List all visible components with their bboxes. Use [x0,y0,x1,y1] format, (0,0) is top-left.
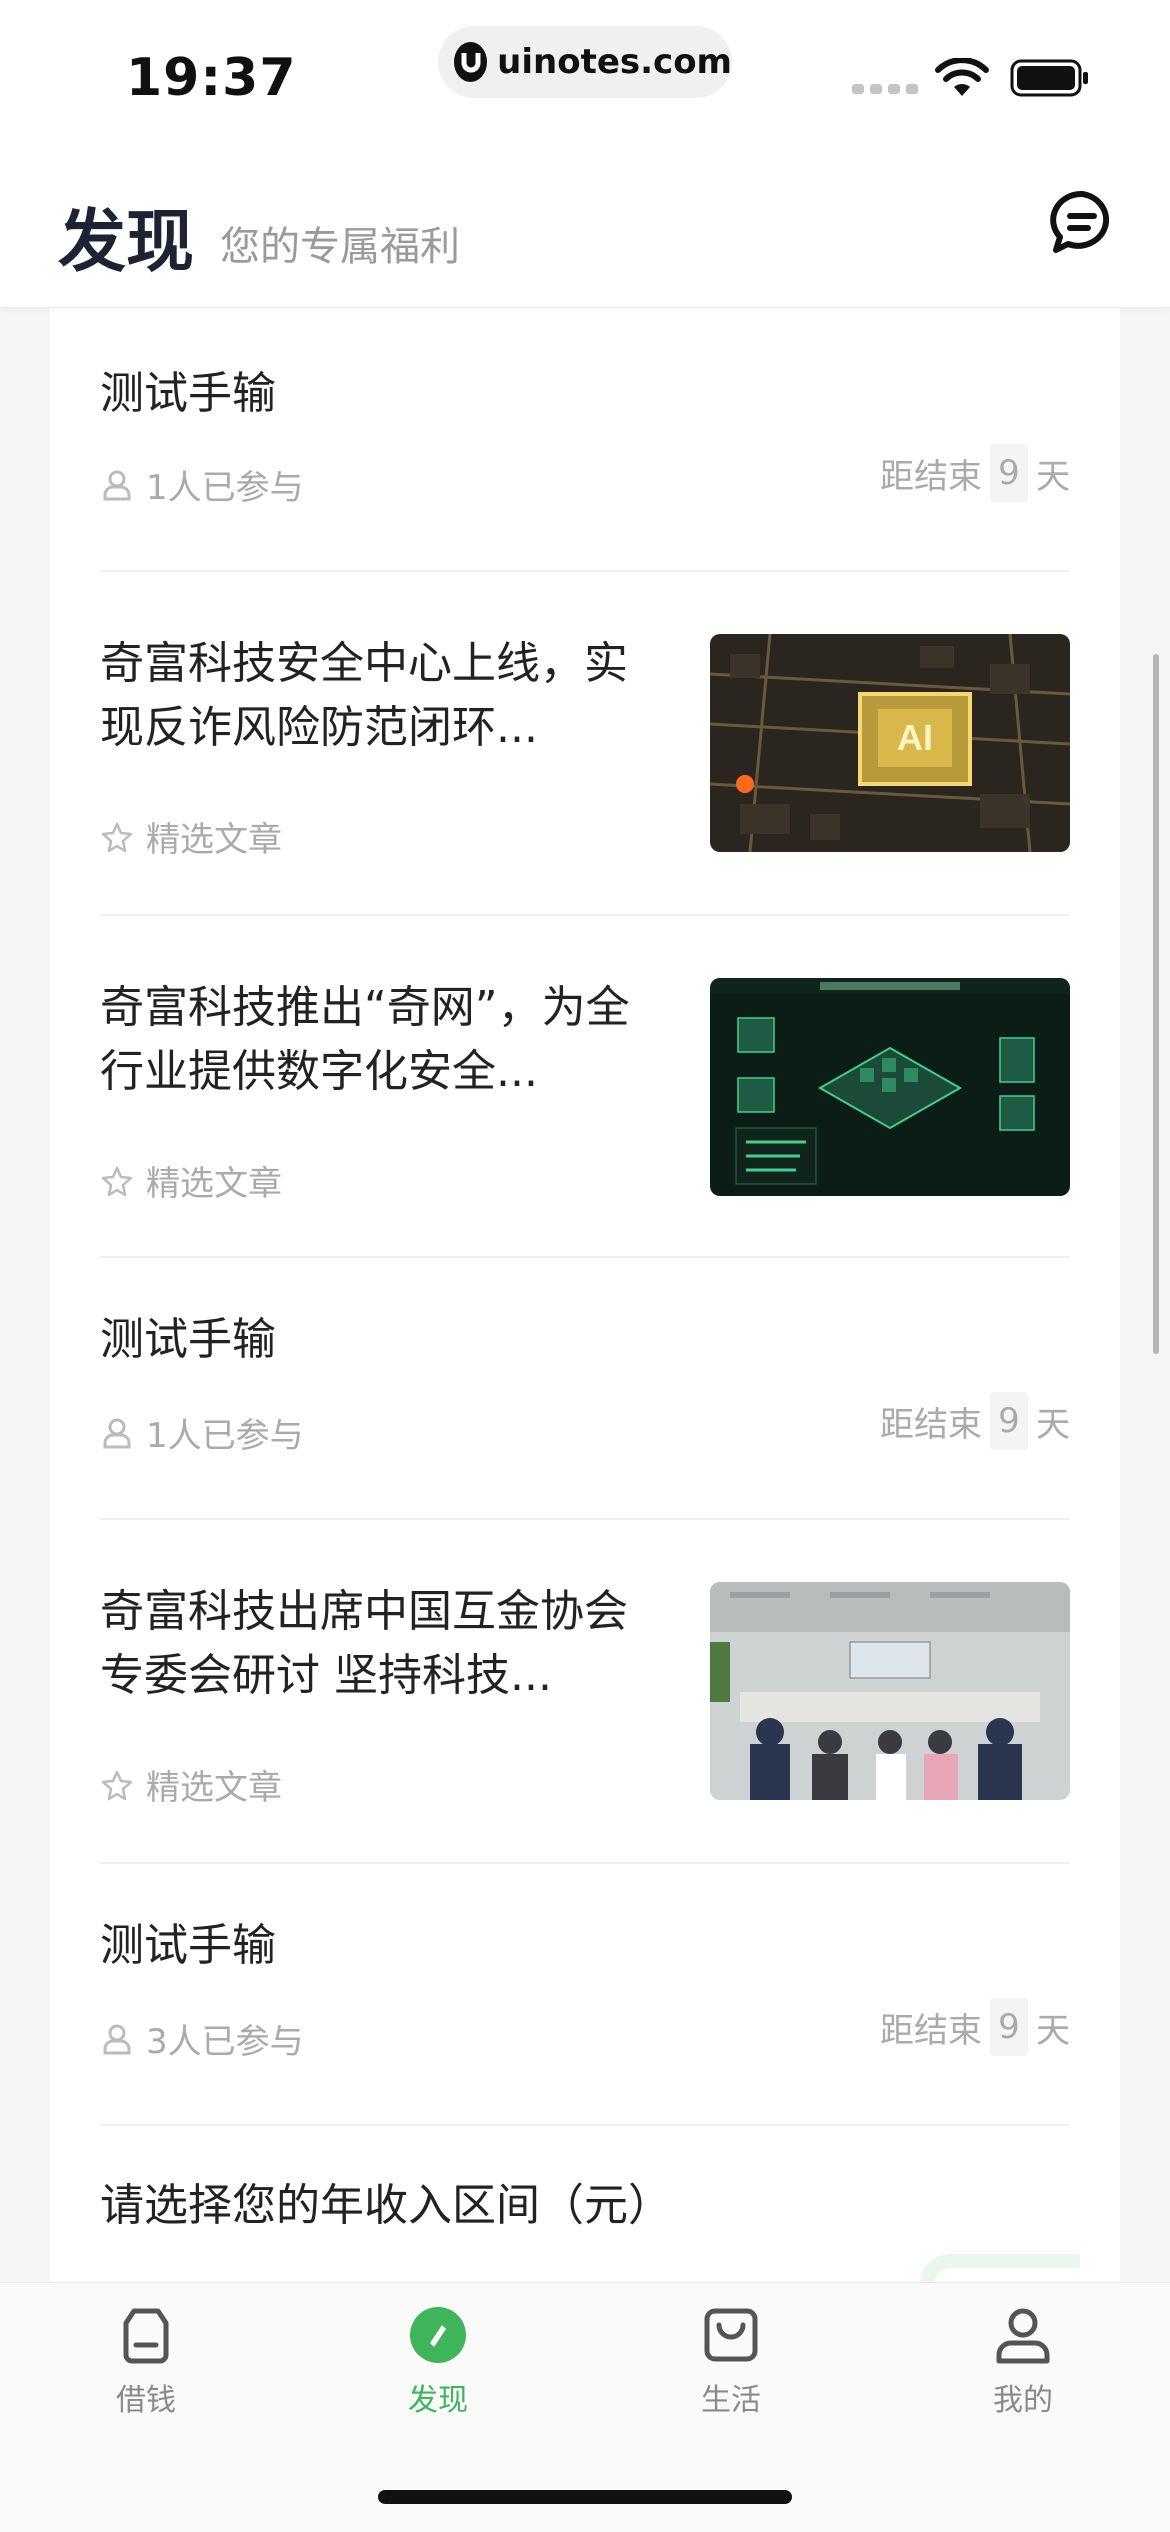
network-diagram-image [710,978,1070,1196]
url-text: uinotes.com [497,42,732,82]
url-pill[interactable]: uinotes.com [438,26,732,98]
star-icon [101,1166,133,1196]
survey-title: 测试手输 [100,1920,276,1971]
deadline-prefix: 距结束 [880,1404,982,1445]
article-item[interactable]: 奇富科技安全中心上线，实现反诈风险防范闭环... 精选文章 AI [100,572,1070,916]
tab-mine[interactable]: 我的 [938,2303,1108,2419]
tab-label: 借钱 [116,2383,176,2418]
page-subtitle: 您的专属福利 [220,224,460,270]
participants-meta: 1人已参与 [100,1408,304,1457]
ai-chip-image: AI [710,634,1070,852]
deadline: 距结束 9 天 [880,1392,1070,1450]
deadline: 距结束 9 天 [880,444,1070,502]
article-item[interactable]: 奇富科技推出“奇网”，为全行业提供数字化安全... 精选文章 [100,916,1070,1258]
tab-label: 我的 [993,2383,1053,2418]
article-title: 奇富科技推出“奇网”，为全行业提供数字化安全... [100,982,630,1097]
status-bar: 19:37 uinotes.com [0,0,1170,150]
tab-discover[interactable]: 发现 [353,2303,523,2419]
person-icon [103,1418,131,1448]
article-item[interactable]: 奇富科技出席中国互金协会专委会研讨 坚持科技... 精选文章 [100,1520,1070,1864]
bag-icon [704,2308,758,2362]
person-icon [103,470,131,500]
page-header: 发现 您的专属福利 [0,150,1170,308]
survey-item[interactable]: 测试手输 3人已参与 距结束 9 天 [100,1864,1070,2126]
feed-card: 测试手输 1人已参与 距结束 9 天 奇富科技安全中心上线，实现反诈风险防范闭环… [50,300,1120,2290]
deadline-suffix: 天 [1036,1404,1070,1445]
participants-meta: 3人已参与 [100,2014,304,2063]
tab-borrow[interactable]: 借钱 [61,2303,231,2419]
star-icon [101,1770,133,1800]
deadline-suffix: 天 [1036,2010,1070,2051]
star-icon [101,822,133,852]
article-tag-text: 精选文章 [146,1768,282,1808]
survey-item[interactable]: 测试手输 1人已参与 距结束 9 天 [100,1258,1070,1520]
article-tag: 精选文章 [100,1760,282,1809]
survey-item[interactable]: 测试手输 1人已参与 距结束 9 天 [100,300,1070,572]
deadline: 距结束 9 天 [880,1998,1070,2056]
deadline-days: 9 [990,1392,1028,1450]
article-tag-text: 精选文章 [146,820,282,860]
participants-text: 3人已参与 [146,2022,304,2062]
participants-text: 1人已参与 [146,1416,304,1456]
home-indicator [378,2490,792,2504]
participants-meta: 1人已参与 [100,460,304,509]
tab-life[interactable]: 生活 [646,2303,816,2419]
article-title: 奇富科技出席中国互金协会专委会研讨 坚持科技... [100,1586,628,1701]
signal-icon [852,84,918,94]
wallet-icon [123,2308,169,2364]
deadline-prefix: 距结束 [880,2010,982,2051]
person-icon [103,2024,131,2054]
article-title: 奇富科技安全中心上线，实现反诈风险防范闭环... [100,638,628,753]
message-icon[interactable] [1046,186,1118,258]
battery-icon [1010,59,1088,97]
survey-title: 测试手输 [100,368,276,419]
deadline-prefix: 距结束 [880,456,982,497]
question-title: 请选择您的年收入区间（元） [100,2180,672,2231]
meeting-photo-image [710,1582,1070,1800]
wifi-icon [935,58,989,96]
question-item[interactable]: 请选择您的年收入区间（元） [100,2126,1080,2290]
tab-label: 发现 [408,2383,468,2418]
scrollbar[interactable] [1153,654,1159,1354]
survey-title: 测试手输 [100,1314,276,1365]
site-logo-icon [454,42,488,82]
deadline-days: 9 [990,1998,1028,2056]
deadline-days: 9 [990,444,1028,502]
deadline-suffix: 天 [1036,456,1070,497]
article-tag-text: 精选文章 [146,1164,282,1204]
page-title: 发现 [58,203,195,282]
user-icon [996,2308,1050,2364]
article-tag: 精选文章 [100,812,282,861]
article-tag: 精选文章 [100,1156,282,1205]
tab-label: 生活 [701,2383,761,2418]
status-time: 19:37 [126,48,297,108]
svg-text:AI: AI [897,717,933,758]
compass-icon [410,2307,466,2363]
participants-text: 1人已参与 [146,468,304,508]
